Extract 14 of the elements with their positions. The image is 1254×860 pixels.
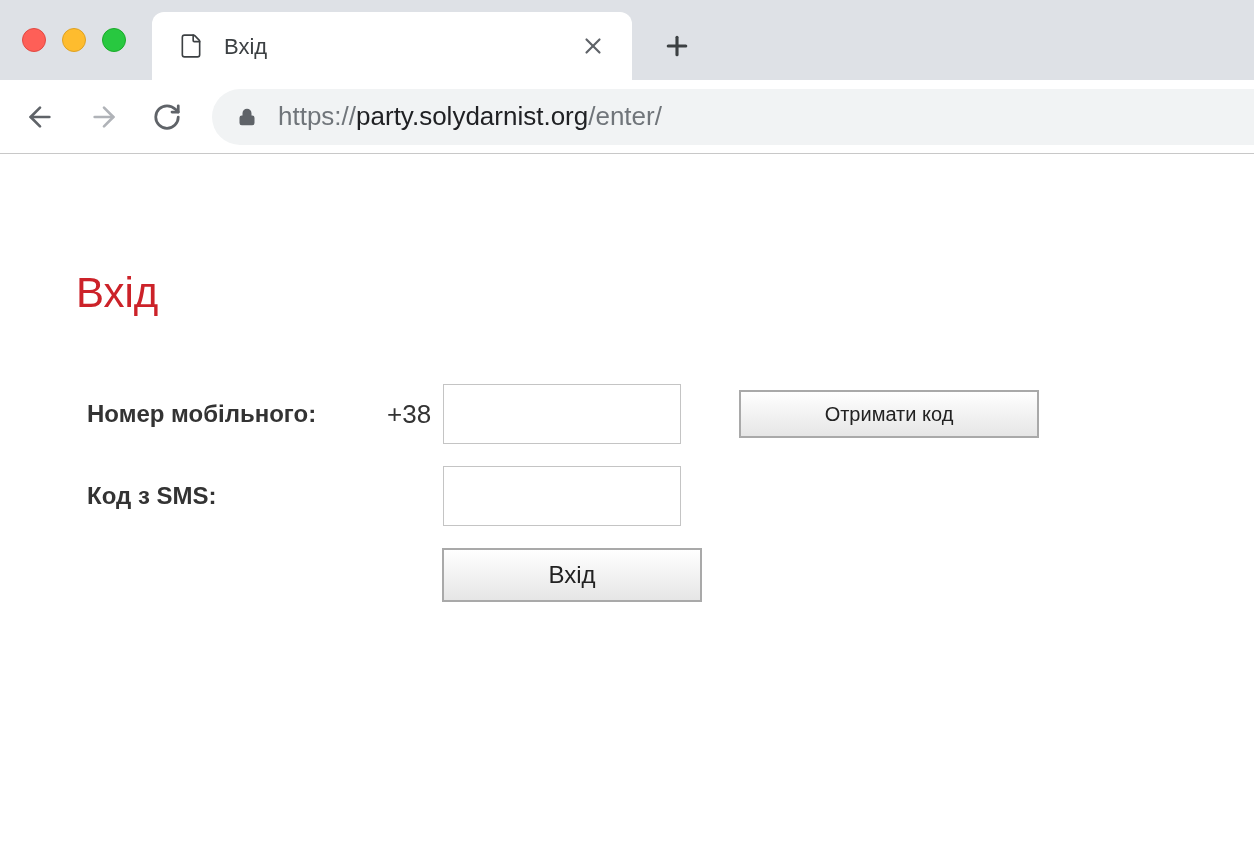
sms-code-label: Код з SMS: [87, 481, 217, 511]
url-text: https://party.solydarnist.org/enter/ [278, 100, 662, 133]
login-button[interactable]: Вхід [442, 548, 702, 602]
phone-prefix: +38 [387, 397, 432, 431]
lock-icon [238, 106, 256, 127]
phone-label: Номер мобільного: [87, 399, 317, 429]
sms-code-input-field[interactable] [443, 466, 681, 526]
page-heading: Вхід [76, 272, 159, 314]
get-code-button[interactable]: Отримати код [739, 390, 1039, 438]
address-bar[interactable]: https://party.solydarnist.org/enter/ [212, 88, 1254, 145]
tab-title: Вхід [224, 32, 269, 61]
phone-input-field[interactable] [443, 384, 682, 444]
reload-icon[interactable] [152, 101, 182, 132]
browser-tab[interactable]: Вхід [152, 12, 632, 80]
